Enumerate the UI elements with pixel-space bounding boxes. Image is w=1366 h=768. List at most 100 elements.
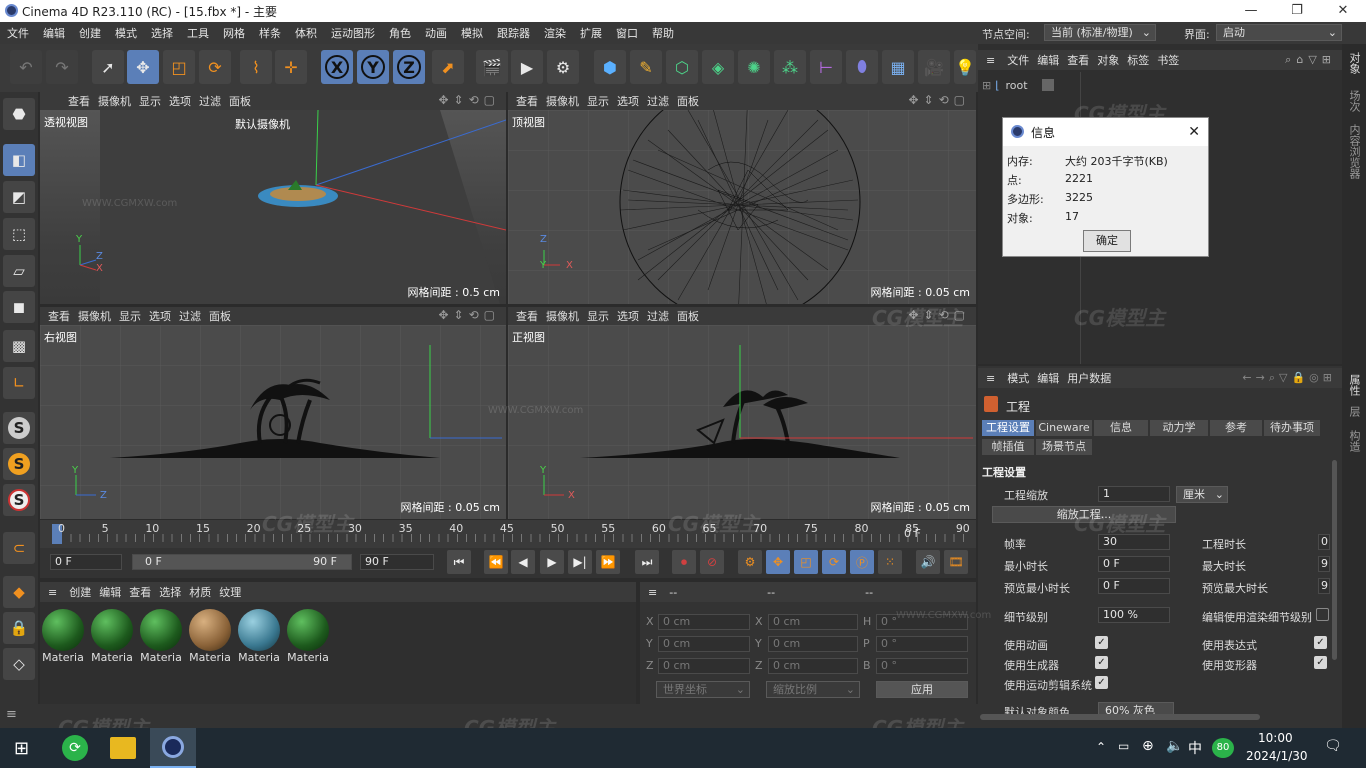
prev-key-icon[interactable]: ⏪: [484, 550, 508, 574]
goto-end-icon[interactable]: ⏭: [635, 550, 659, 574]
close-button[interactable]: ✕: [1320, 0, 1366, 22]
axis-mode-icon[interactable]: ∟: [3, 367, 35, 399]
file-explorer-icon[interactable]: [110, 737, 136, 759]
menu-mode[interactable]: 模式: [108, 25, 144, 41]
minimize-button[interactable]: —: [1228, 0, 1274, 22]
project-scale-unit-select[interactable]: 厘米 ⌄: [1176, 486, 1228, 503]
mat-menu-texture[interactable]: 纹理: [219, 584, 241, 600]
vp-menu-panel[interactable]: 面板: [209, 308, 231, 324]
vp-menu-view[interactable]: 查看: [68, 93, 90, 109]
vp-menu-panel[interactable]: 面板: [229, 93, 251, 109]
obj-menu-tags[interactable]: 标签: [1127, 52, 1149, 68]
menu-help[interactable]: 帮助: [645, 25, 681, 41]
cinema4d-taskbar-button[interactable]: [150, 728, 196, 768]
coordinate-icon[interactable]: ⬈: [432, 50, 464, 84]
prev-frame-icon[interactable]: ◀: [511, 550, 535, 574]
light-icon[interactable]: 💡: [954, 50, 976, 84]
menu-volume[interactable]: 体积: [288, 25, 324, 41]
cube-icon[interactable]: ⬢: [594, 50, 626, 84]
mograph-icon[interactable]: ⁂: [774, 50, 806, 84]
tab-references[interactable]: 参考: [1210, 420, 1262, 436]
position-z-field[interactable]: 0 cm: [658, 658, 750, 674]
vp-menu-display[interactable]: 显示: [587, 308, 609, 324]
material-item[interactable]: Materia: [89, 607, 135, 667]
preview-min-field[interactable]: 0 F: [1098, 578, 1170, 594]
z-axis-icon[interactable]: Z: [393, 50, 425, 84]
menu-select[interactable]: 选择: [144, 25, 180, 41]
size-y-field[interactable]: 0 cm: [768, 636, 858, 652]
scale-icon[interactable]: ◰: [163, 50, 195, 84]
frame-range-slider[interactable]: 0 F 90 F: [132, 554, 352, 570]
tab-todo[interactable]: 待办事项: [1264, 420, 1320, 436]
menu-mograph[interactable]: 运动图形: [324, 25, 382, 41]
viewport-canvas[interactable]: Y X 正视图 网格间距 : 0.05 cm: [508, 325, 976, 519]
points-mode-icon[interactable]: ⬚: [3, 218, 35, 250]
attr-menu-userdata[interactable]: 用户数据: [1067, 370, 1111, 386]
expand-icon[interactable]: ⊞: [982, 79, 991, 92]
menu-simulate[interactable]: 模拟: [454, 25, 490, 41]
viewport-nav-icons[interactable]: ✥⇕⟲▢: [438, 93, 500, 107]
menu-edit[interactable]: 编辑: [36, 25, 72, 41]
next-frame-icon[interactable]: ▶|: [568, 550, 592, 574]
menu-spline[interactable]: 样条: [252, 25, 288, 41]
undo-icon[interactable]: ↶: [10, 50, 42, 84]
preview-max-field[interactable]: 9: [1318, 578, 1330, 594]
vp-menu-options[interactable]: 选项: [149, 308, 171, 324]
record-icon[interactable]: ⏺: [672, 550, 696, 574]
cloner-icon[interactable]: ✺: [738, 50, 770, 84]
timeline-ruler[interactable]: 0 5 10 15 20 25 30 35 40 45 50 55 60 65 70 75 80 85 90 0 F: [40, 520, 976, 548]
menu-mesh[interactable]: 网格: [216, 25, 252, 41]
rotation-b-field[interactable]: 0 °: [876, 658, 968, 674]
move-icon[interactable]: ✥: [127, 50, 159, 84]
vp-menu-view[interactable]: 查看: [516, 308, 538, 324]
vp-menu-filter[interactable]: 过滤: [647, 308, 669, 324]
end-frame-field[interactable]: 90 F: [360, 554, 434, 570]
solo-hierarchy-icon[interactable]: S: [3, 484, 35, 516]
render-lod-checkbox[interactable]: [1316, 608, 1329, 621]
vp-menu-filter[interactable]: 过滤: [199, 93, 221, 109]
key-position-icon[interactable]: ✥: [766, 550, 790, 574]
solo-single-icon[interactable]: S: [3, 448, 35, 480]
viewport-nav-icons[interactable]: ✥⇕⟲▢: [438, 308, 500, 322]
key-scale-icon[interactable]: ◰: [794, 550, 818, 574]
vp-menu-display[interactable]: 显示: [119, 308, 141, 324]
node-space-select[interactable]: 当前 (标准/物理) ⌄: [1044, 24, 1156, 41]
axis-icon[interactable]: ✛: [275, 50, 307, 84]
uv-mode-icon[interactable]: ▩: [3, 330, 35, 362]
mat-menu-material[interactable]: 材质: [189, 584, 211, 600]
y-axis-icon[interactable]: Y: [357, 50, 389, 84]
edges-mode-icon[interactable]: ▱: [3, 255, 35, 287]
menu-tracker[interactable]: 跟踪器: [490, 25, 537, 41]
pen-icon[interactable]: ✎: [630, 50, 662, 84]
attributes-nav-icons[interactable]: ←→⌕▽🔒◎⊞: [1242, 371, 1336, 385]
objects-toolbar-icons[interactable]: ⌕⌂▽⊞: [1285, 53, 1336, 67]
vp-menu-options[interactable]: 选项: [617, 308, 639, 324]
material-item[interactable]: Materia: [236, 607, 282, 667]
size-z-field[interactable]: 0 cm: [768, 658, 858, 674]
menu-animate[interactable]: 动画: [418, 25, 454, 41]
material-item[interactable]: Materia: [285, 607, 331, 667]
mat-menu-edit[interactable]: 编辑: [99, 584, 121, 600]
project-scale-field[interactable]: 1: [1098, 486, 1170, 502]
layout-select[interactable]: 启动 ⌄: [1216, 24, 1342, 41]
menu-tools[interactable]: 工具: [180, 25, 216, 41]
menu-file[interactable]: 文件: [0, 25, 36, 41]
vp-menu-options[interactable]: 选项: [169, 93, 191, 109]
clock-time[interactable]: 10:00: [1258, 731, 1293, 745]
hamburger-icon[interactable]: ≡: [48, 586, 57, 599]
menu-window[interactable]: 窗口: [609, 25, 645, 41]
film-icon[interactable]: 🎞: [944, 550, 968, 574]
hamburger-icon[interactable]: ≡: [6, 707, 17, 722]
mat-menu-select[interactable]: 选择: [159, 584, 181, 600]
start-frame-field[interactable]: 0 F: [50, 554, 122, 570]
attributes-hscrollbar[interactable]: [980, 714, 1260, 720]
snap-icon[interactable]: ⌇: [240, 50, 272, 84]
tray-volume-icon[interactable]: 🔈: [1166, 738, 1183, 754]
key-param-icon[interactable]: Ⓟ: [850, 550, 874, 574]
solo-icon[interactable]: S: [3, 412, 35, 444]
planar-workplane-icon[interactable]: ◇: [3, 648, 35, 680]
extrude-icon[interactable]: ◈: [702, 50, 734, 84]
material-item[interactable]: Materia: [138, 607, 184, 667]
render-icon[interactable]: ▶: [511, 50, 543, 84]
side-tab-layers[interactable]: 层: [1346, 406, 1362, 417]
